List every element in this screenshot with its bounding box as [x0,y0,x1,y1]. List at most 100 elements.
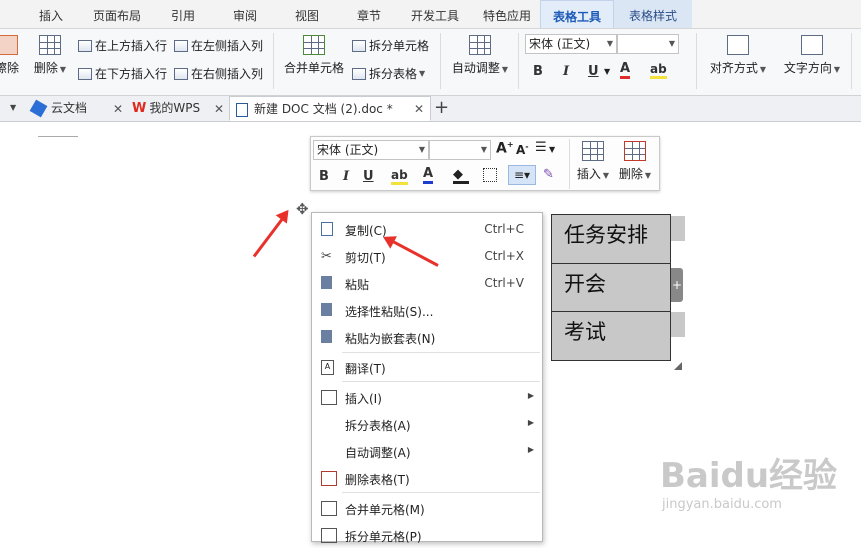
insert-col-left-button[interactable]: 在左侧插入列 [174,37,263,54]
chevron-right-icon: ▶ [527,391,534,400]
shrink-font-icon[interactable]: A- [516,142,529,157]
mini-font-name-select[interactable]: 宋体 (正文) ▼ [313,140,429,160]
menu-item-delete-table[interactable]: 删除表格(T) [312,464,542,491]
insert-col-right-button[interactable]: 在右侧插入列 [174,65,263,82]
menu-item-merge-cells[interactable]: 合并单元格(M) [312,494,542,521]
tab-developer[interactable]: 开发工具 [402,0,468,28]
close-icon[interactable]: ✕ [113,102,123,116]
menu-item-insert[interactable]: 插入(I) ▶ [312,383,542,410]
doc-tab-cloud[interactable]: 云文档 [29,96,124,121]
scissors-icon: ✂ [321,249,332,264]
text-direction-button[interactable]: 文字方向 ▼ [780,35,844,76]
doc-tab-label: 新建 DOC 文档 (2).doc * [254,102,393,116]
menu-item-label: 拆分表格(A) [345,419,411,433]
insert-row-above-label: 在上方插入行 [95,39,168,53]
chevron-right-icon: ▶ [527,418,534,427]
table-resize-handle-icon[interactable] [674,362,682,370]
insert-table-icon [321,390,337,405]
mini-font-size-select[interactable]: ▼ [429,140,491,160]
table-cell[interactable]: 开会 [551,263,671,312]
doc-tab-label: 云文档 [51,101,88,115]
align-button[interactable]: 对齐方式 ▼ [706,35,770,76]
mini-fill-color-icon[interactable]: ◆ [453,167,469,184]
delete-label: 删除 [33,61,58,75]
split-cells-button[interactable]: 拆分单元格 [352,37,429,54]
tab-review[interactable]: 审阅 [220,0,270,28]
split-table-button[interactable]: 拆分表格 ▼ [352,65,425,82]
menu-item-shortcut: Ctrl+C [484,222,524,236]
tab-list-dropdown-icon[interactable]: ▼ [10,103,16,112]
menu-item-translate[interactable]: A 翻译(T) [312,353,542,380]
tab-insert[interactable]: 插入 [26,0,76,28]
menu-item-label: 翻译(T) [345,362,386,376]
menu-item-cut[interactable]: ✂ 剪切(T) Ctrl+X [312,242,542,269]
font-color-icon[interactable]: A [620,62,631,79]
delete-button[interactable]: 删除 ▼ [30,35,70,76]
menu-item-paste-nested[interactable]: 粘贴为嵌套表(N) [312,323,542,350]
tab-references[interactable]: 引用 [158,0,208,28]
menu-item-copy[interactable]: 复制(C) Ctrl+C [312,215,542,242]
font-size-select[interactable]: ▼ [617,34,679,54]
mini-border-icon[interactable] [483,168,497,182]
tab-chapter[interactable]: 章节 [344,0,394,28]
mini-italic-icon[interactable]: I [343,169,349,184]
table-cell[interactable]: 任务安排 [551,214,671,264]
table-cell[interactable]: 考试 [551,311,671,361]
tab-view[interactable]: 视图 [282,0,332,28]
table-col-handle[interactable] [671,216,685,241]
mini-insert-button[interactable]: 插入 ▼ [573,141,613,182]
merge-cells-button[interactable]: 合并单元格 [282,35,346,76]
add-column-icon[interactable]: + [671,268,683,302]
chevron-down-icon[interactable]: ▼ [604,67,610,76]
line-spacing-icon[interactable]: ☰ [535,140,547,155]
grow-font-icon[interactable]: A+ [496,140,514,157]
align-label: 对齐方式 [709,61,758,75]
menu-item-label: 粘贴 [345,278,370,292]
menu-item-paste-special[interactable]: 选择性粘贴(S)... [312,296,542,323]
font-name-select[interactable]: 宋体 (正文) ▼ [525,34,617,54]
delete-table-icon [39,35,61,55]
menu-item-label: 合并单元格(M) [345,503,425,517]
tab-features[interactable]: 特色应用 [474,0,540,28]
mini-align-icon[interactable]: ≡▾ [508,165,536,185]
insert-col-left-label: 在左侧插入列 [191,39,264,53]
insert-row-below-button[interactable]: 在下方插入行 [78,65,167,82]
doc-tab-current[interactable]: 新建 DOC 文档 (2).doc * [229,96,431,121]
mini-underline-icon[interactable]: U [363,169,374,184]
auto-fit-button[interactable]: 自动调整 ▼ [450,35,510,76]
tab-table-styles[interactable]: 表格样式 [614,0,692,28]
insert-table-icon [582,141,604,161]
auto-fit-icon [469,35,491,55]
close-icon[interactable]: ✕ [214,102,224,116]
insert-row-above-button[interactable]: 在上方插入行 [78,37,167,54]
menu-item-paste[interactable]: 粘贴 Ctrl+V [312,269,542,296]
align-icon [727,35,749,55]
chevron-down-icon: ▼ [480,145,487,154]
tab-table-tools[interactable]: 表格工具 [540,0,614,28]
highlight-icon[interactable]: ab [650,62,667,79]
close-icon[interactable]: ✕ [414,102,424,116]
menu-item-split-table[interactable]: 拆分表格(A) ▶ [312,410,542,437]
menu-item-split-cells[interactable]: 拆分单元格(P) [312,521,542,548]
underline-icon[interactable]: U [588,64,599,79]
menu-item-auto-fit[interactable]: 自动调整(A) ▶ [312,437,542,464]
mini-font-name-value: 宋体 (正文) [317,143,379,157]
mini-font-color-icon[interactable]: A [423,167,434,184]
format-painter-icon[interactable]: ✎ [543,167,554,182]
table-move-handle-icon[interactable]: ✥ [296,200,309,218]
mini-delete-button[interactable]: 删除 ▼ [615,141,655,182]
bold-icon[interactable]: B [533,64,543,79]
italic-icon[interactable]: I [563,64,569,79]
table-col-handle[interactable] [671,312,685,337]
watermark-url: jingyan.baidu.com [662,497,782,512]
mini-bold-icon[interactable]: B [319,169,329,184]
merge-cells-icon [321,501,337,516]
translate-icon: A [321,360,334,375]
tab-page-layout[interactable]: 页面布局 [84,0,150,28]
new-tab-icon[interactable]: + [434,97,449,118]
mini-highlight-icon[interactable]: ab [391,168,408,185]
font-name-value: 宋体 (正文) [529,37,591,51]
menu-item-label: 粘贴为嵌套表(N) [345,332,436,346]
chevron-down-icon[interactable]: ▼ [549,145,555,154]
erase-button[interactable]: 擦除 [0,35,20,76]
